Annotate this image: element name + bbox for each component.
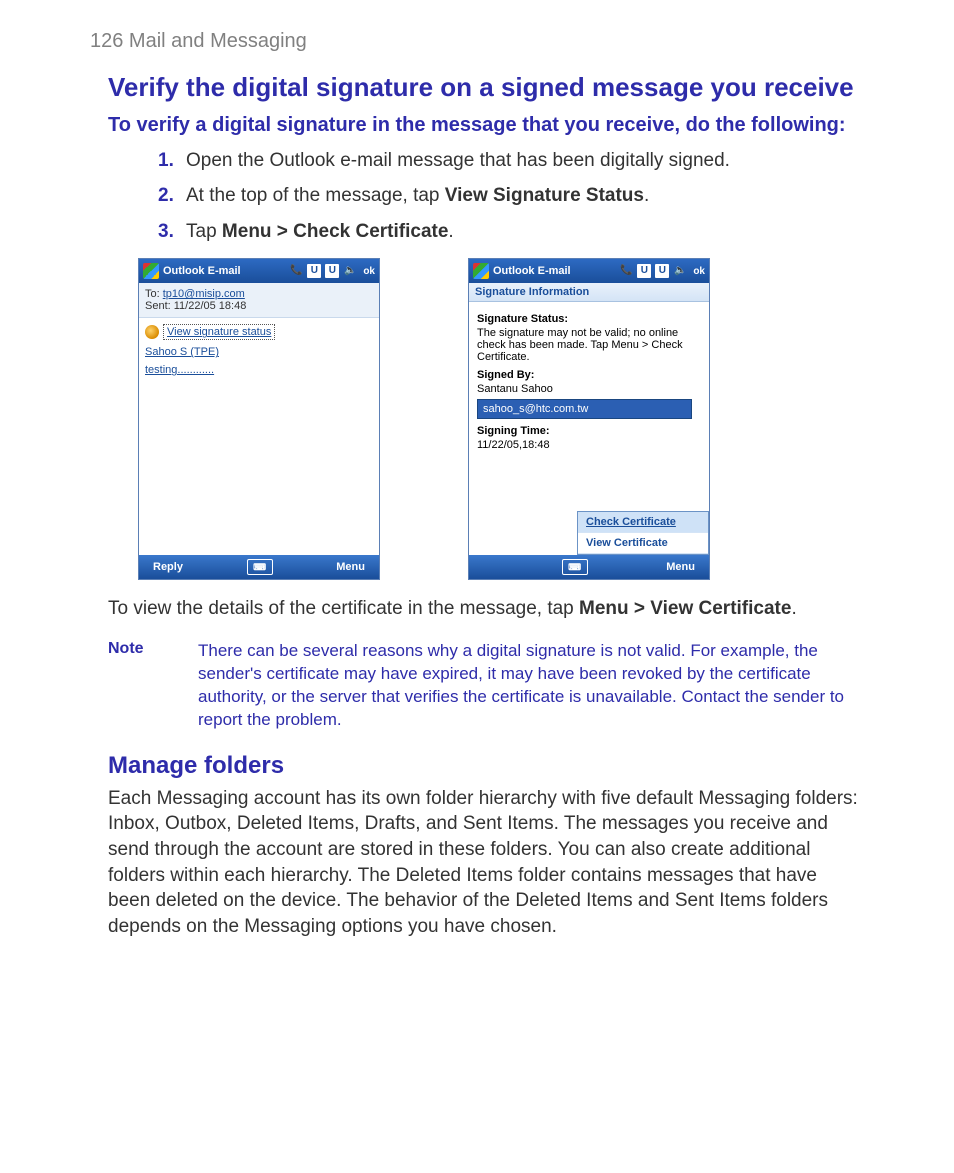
keyboard-icon[interactable]: ⌨ — [562, 559, 588, 575]
titlebar: Outlook E-mail 📞 U U 🔈 ok — [469, 259, 709, 283]
titlebar-title: Outlook E-mail — [163, 265, 285, 277]
keyboard-icon[interactable]: ⌨ — [247, 559, 273, 575]
step-text: Tap — [186, 221, 222, 242]
context-menu: Check Certificate View Certificate — [577, 511, 709, 555]
body-post: . — [791, 598, 796, 619]
from-link[interactable]: Sahoo S (TPE) — [145, 346, 373, 358]
status-label: Signature Status: — [477, 313, 701, 325]
softkey-reply[interactable]: Reply — [153, 561, 183, 573]
screenshot-signature-info: Outlook E-mail 📞 U U 🔈 ok Signature Info… — [468, 258, 710, 580]
document-page: 126 Mail and Messaging Verify the digita… — [0, 0, 954, 1173]
message-body: View signature status Sahoo S (TPE) test… — [139, 318, 379, 555]
connection-u2-icon: U — [325, 264, 339, 278]
to-value[interactable]: tp10@misip.com — [163, 288, 245, 300]
section-body: Each Messaging account has its own folde… — [108, 786, 864, 940]
menu-item-check-certificate[interactable]: Check Certificate — [578, 512, 708, 533]
step-list: 1.Open the Outlook e-mail message that h… — [158, 148, 864, 245]
screenshot-message-view: Outlook E-mail 📞 U U 🔈 ok To: tp10@misip… — [138, 258, 380, 580]
softkey-bar: ⌨ Menu — [469, 555, 709, 579]
page-header: 126 Mail and Messaging — [90, 30, 864, 53]
to-row: To: tp10@misip.com — [145, 288, 373, 300]
heading-sub: To verify a digital signature in the mes… — [108, 112, 864, 138]
speaker-icon: 🔈 — [343, 264, 357, 278]
phone-icon: 📞 — [619, 264, 633, 278]
step-text: At the top of the message, tap — [186, 185, 445, 206]
note-label: Note — [108, 640, 158, 732]
step-item: 2.At the top of the message, tap View Si… — [158, 183, 864, 209]
softkey-menu[interactable]: Menu — [666, 561, 695, 573]
connection-u-icon: U — [637, 264, 651, 278]
status-value: The signature may not be valid; no onlin… — [477, 327, 701, 363]
step-number: 2. — [158, 183, 186, 209]
to-label: To: — [145, 288, 160, 300]
step-item: 3.Tap Menu > Check Certificate. — [158, 219, 864, 245]
sent-value: 11/22/05 18:48 — [174, 300, 247, 312]
ok-button[interactable]: ok — [363, 266, 375, 277]
signedby-label: Signed By: — [477, 369, 701, 381]
windows-flag-icon — [143, 263, 159, 279]
signature-link-row: View signature status — [145, 324, 373, 340]
sent-label: Sent: — [145, 300, 171, 312]
body-pre: To view the details of the certificate i… — [108, 598, 579, 619]
connection-u-icon: U — [307, 264, 321, 278]
note-block: Note There can be several reasons why a … — [108, 640, 864, 732]
signature-body: Signature Status: The signature may not … — [469, 302, 709, 555]
step-text: Open the Outlook e-mail message that has… — [186, 150, 730, 171]
menu-item-view-certificate[interactable]: View Certificate — [578, 533, 708, 554]
ok-button[interactable]: ok — [693, 266, 705, 277]
softkey-menu[interactable]: Menu — [336, 561, 365, 573]
titlebar-title: Outlook E-mail — [493, 265, 615, 277]
body-bold: Menu > View Certificate — [579, 598, 791, 619]
certificate-icon — [145, 325, 159, 339]
signing-time-value: 11/22/05,18:48 — [477, 439, 701, 451]
message-header: To: tp10@misip.com Sent: 11/22/05 18:48 — [139, 283, 379, 318]
heading-manage-folders: Manage folders — [108, 752, 864, 780]
signer-email-field[interactable]: sahoo_s@htc.com.tw — [477, 399, 692, 419]
step-text-post: . — [448, 221, 453, 242]
signedby-value: Santanu Sahoo — [477, 383, 701, 395]
step-number: 1. — [158, 148, 186, 174]
heading-main: Verify the digital signature on a signed… — [108, 71, 864, 104]
phone-icon: 📞 — [289, 264, 303, 278]
step-bold: View Signature Status — [445, 185, 644, 206]
step-bold: Menu > Check Certificate — [222, 221, 449, 242]
screenshot-row: Outlook E-mail 📞 U U 🔈 ok To: tp10@misip… — [138, 258, 864, 580]
body-paragraph: To view the details of the certificate i… — [108, 596, 864, 622]
step-number: 3. — [158, 219, 186, 245]
step-text-post: . — [644, 185, 649, 206]
connection-u2-icon: U — [655, 264, 669, 278]
softkey-bar: Reply ⌨ Menu — [139, 555, 379, 579]
note-text: There can be several reasons why a digit… — [198, 640, 864, 732]
sent-row: Sent: 11/22/05 18:48 — [145, 300, 373, 312]
titlebar: Outlook E-mail 📞 U U 🔈 ok — [139, 259, 379, 283]
step-item: 1.Open the Outlook e-mail message that h… — [158, 148, 864, 174]
speaker-icon: 🔈 — [673, 264, 687, 278]
view-signature-link[interactable]: View signature status — [163, 324, 275, 340]
windows-flag-icon — [473, 263, 489, 279]
subject-line: testing............ — [145, 364, 373, 376]
signing-time-label: Signing Time: — [477, 425, 701, 437]
subheader-signature-info: Signature Information — [469, 283, 709, 302]
